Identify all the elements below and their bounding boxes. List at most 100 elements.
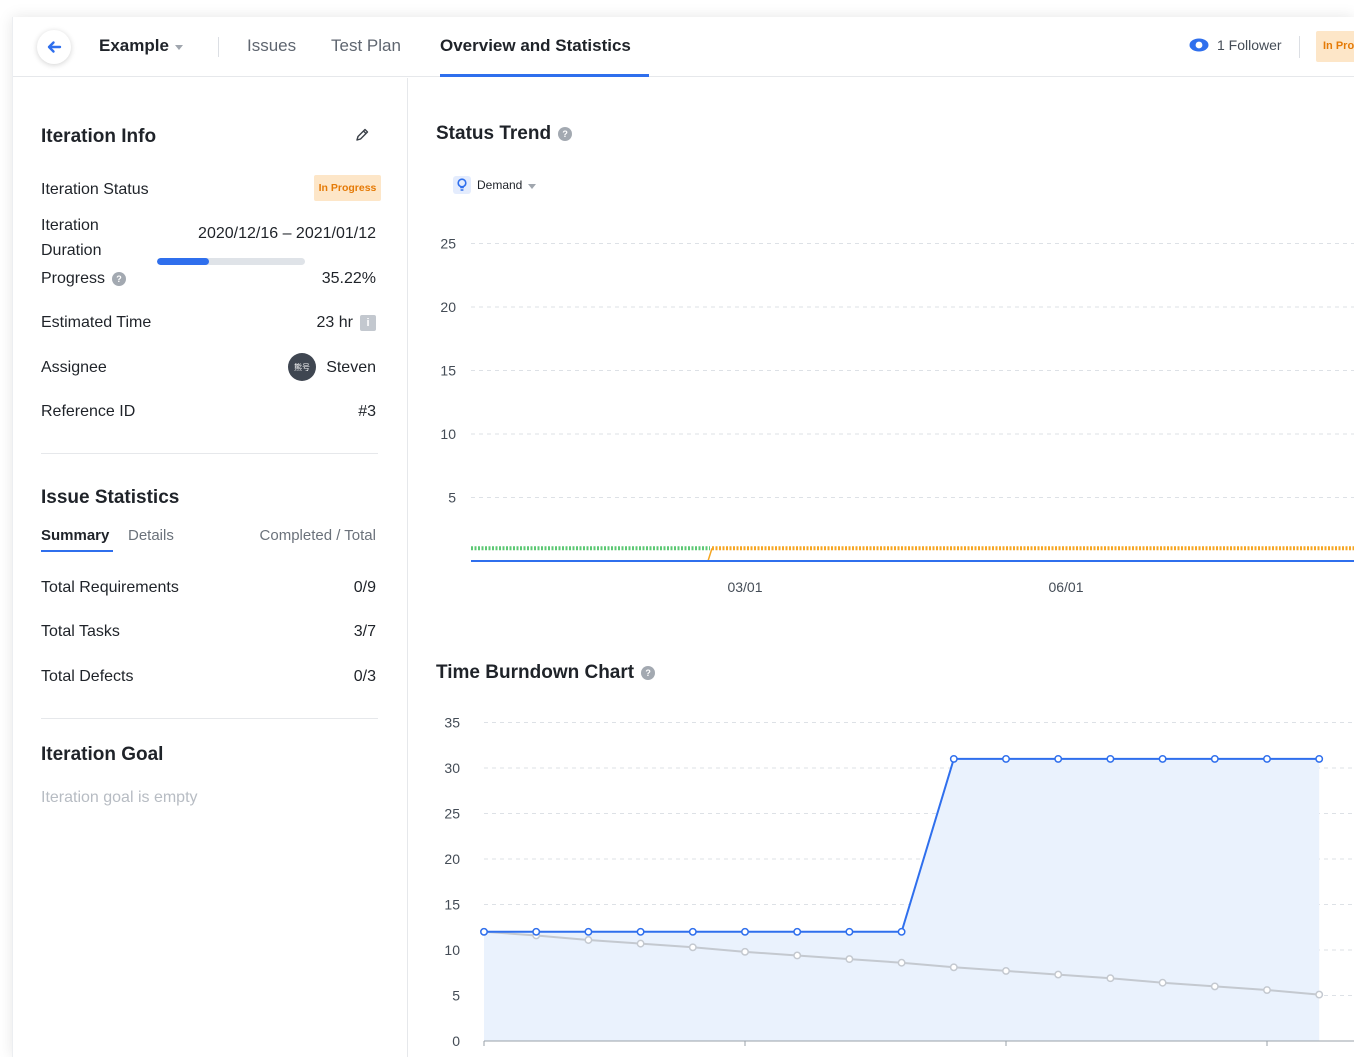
y-tick-label: 5 (448, 490, 456, 506)
follower-count: 1 Follower (1217, 37, 1282, 53)
app-window: Example Issues Test Plan Overview and St… (12, 17, 1354, 1057)
help-icon[interactable]: ? (112, 272, 127, 286)
remaining-point (741, 927, 749, 936)
remaining-point (636, 927, 645, 936)
ideal-point (897, 958, 906, 967)
back-button[interactable] (37, 30, 71, 64)
remaining-point (584, 927, 593, 936)
arrow-left-icon (47, 41, 62, 53)
filter-label: Demand (477, 178, 523, 192)
remaining-point (1054, 754, 1063, 763)
y-tick-label: 20 (440, 299, 456, 315)
remaining-point (1210, 754, 1219, 763)
iteration-duration-value[interactable]: 2020/12/16 – 2021/01/12 (198, 225, 376, 243)
active-subtab-indicator (41, 550, 113, 552)
reference-id-value: #3 (358, 403, 376, 420)
remaining-point (845, 927, 854, 936)
iteration-status-badge[interactable]: In Progress (314, 175, 381, 201)
remaining-point (793, 927, 802, 936)
status-badge[interactable]: In Pro (1316, 31, 1354, 62)
ideal-point (845, 955, 854, 964)
remaining-point (1315, 754, 1324, 763)
chevron-down-icon (174, 44, 183, 50)
y-tick-label: 15 (440, 363, 456, 379)
burndown-title: Time Burndown Chart (436, 662, 635, 683)
remaining-point (897, 927, 906, 936)
iteration-goal-empty-text: Iteration goal is empty (41, 789, 198, 806)
progress-label-group: Progress ? (41, 270, 127, 288)
info-icon[interactable]: i (360, 315, 376, 331)
tab-summary[interactable]: Summary (41, 527, 109, 544)
y-tick-label: 5 (452, 988, 460, 1004)
lightbulb-icon (453, 176, 471, 194)
estimated-time-label: Estimated Time (41, 314, 152, 331)
tab-test-plan[interactable]: Test Plan (331, 36, 401, 56)
progress-bar-fill (157, 258, 210, 265)
burndown-title-group: Time Burndown Chart ? (436, 662, 656, 684)
remaining-point (1002, 754, 1010, 763)
estimated-time-group: 23 hr i (317, 314, 376, 332)
ideal-point (636, 939, 645, 948)
iteration-info-title: Iteration Info (41, 126, 157, 147)
help-icon[interactable]: ? (641, 666, 656, 680)
reference-id-label: Reference ID (41, 403, 136, 420)
section-divider (41, 453, 378, 454)
ideal-point (793, 951, 802, 960)
stat-row-value: 0/9 (353, 579, 376, 596)
completed-total-header: Completed / Total (259, 527, 376, 544)
remaining-point (1263, 754, 1271, 763)
progress-bar (157, 258, 305, 265)
iteration-duration-label: Iteration Duration (41, 213, 101, 263)
remaining-point (1106, 754, 1115, 763)
stat-row-value: 0/3 (353, 668, 376, 685)
ideal-point (1054, 970, 1063, 979)
statistics-panel: Status Trend ? Demand 5 10 15 20 25 03/01 06/0… (409, 78, 1354, 1057)
ideal-point (1106, 974, 1115, 983)
stat-row-label: Total Defects (41, 668, 134, 685)
ideal-point (1315, 990, 1324, 999)
avatar: 熊号 (288, 353, 316, 381)
issue-statistics-title: Issue Statistics (41, 487, 180, 508)
iteration-goal-title: Iteration Goal (41, 744, 164, 765)
assignee-value[interactable]: Steven (326, 359, 376, 377)
stat-row-label: Total Tasks (41, 623, 120, 640)
pencil-icon[interactable] (354, 127, 370, 143)
help-icon[interactable]: ? (558, 127, 573, 141)
burndown-area (484, 758, 1320, 1041)
iteration-status-label: Iteration Status (41, 181, 149, 198)
stat-row-value: 3/7 (353, 623, 376, 640)
x-tick-label: 03/01 (727, 579, 762, 595)
tab-issues[interactable]: Issues (247, 36, 296, 56)
y-tick-label: 35 (444, 715, 460, 731)
x-tick-label: 06/01 (1048, 579, 1083, 595)
estimated-time-value[interactable]: 23 hr (317, 314, 353, 332)
duration-label-line2: Duration (41, 242, 102, 259)
tab-details[interactable]: Details (128, 527, 174, 544)
ideal-point (1210, 982, 1219, 991)
ideal-point (1263, 986, 1271, 994)
duration-label-line1: Iteration (41, 217, 99, 234)
status-trend-chart: 5 10 15 20 25 03/01 06/01 (440, 236, 1354, 595)
time-burndown-chart: 0510152025303512/1512/2012/2512/30 (444, 715, 1354, 1049)
ideal-point (688, 943, 697, 952)
y-tick-label: 10 (440, 426, 456, 442)
ideal-point (741, 947, 749, 956)
y-tick-label: 30 (444, 760, 460, 776)
demand-filter-dropdown[interactable]: Demand (453, 176, 537, 194)
remaining-point (949, 754, 958, 763)
iteration-sidebar: Iteration Info Iteration Status In Progr… (13, 78, 408, 1057)
follower-button[interactable]: 1 Follower (1189, 37, 1282, 53)
remaining-point (1158, 754, 1167, 763)
status-trend-title-group: Status Trend ? (436, 123, 573, 145)
tab-overview-and-statistics[interactable]: Overview and Statistics (440, 36, 631, 56)
top-navigation-bar: Example Issues Test Plan Overview and St… (13, 17, 1354, 77)
active-tab-indicator (440, 74, 649, 77)
eye-icon (1189, 38, 1209, 52)
stat-row-label: Total Requirements (41, 579, 179, 596)
project-name: Example (99, 36, 169, 55)
remaining-point (532, 927, 541, 936)
y-tick-label: 25 (444, 806, 460, 822)
progress-value: 35.22% (321, 270, 376, 287)
section-divider (41, 718, 378, 719)
project-selector[interactable]: Example (99, 36, 183, 56)
